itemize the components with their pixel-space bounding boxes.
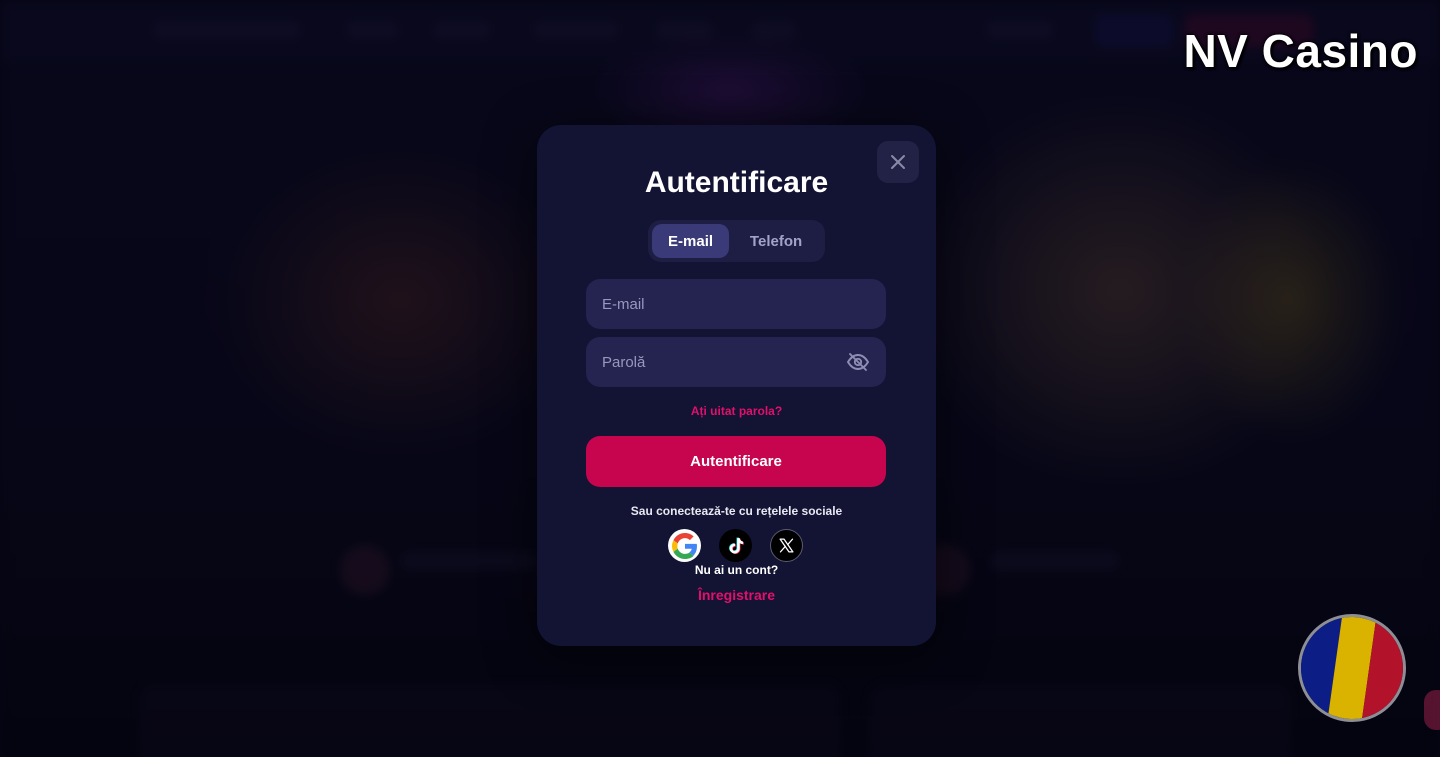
google-icon — [671, 532, 697, 559]
tiktok-icon — [728, 537, 744, 554]
login-modal: Autentificare E-mail Telefon Ați uitat p… — [537, 125, 936, 646]
google-login-button[interactable] — [668, 529, 701, 562]
tiktok-login-button[interactable] — [719, 529, 752, 562]
password-input[interactable] — [602, 353, 846, 371]
login-method-tabs: E-mail Telefon — [648, 220, 825, 262]
password-field[interactable] — [586, 337, 886, 387]
x-login-button[interactable] — [770, 529, 803, 562]
eye-off-icon — [846, 353, 870, 371]
toggle-password-visibility-button[interactable] — [846, 350, 870, 374]
no-account-text: Nu ai un cont? — [694, 563, 779, 577]
register-link[interactable]: Înregistrare — [537, 587, 936, 603]
modal-title: Autentificare — [644, 166, 829, 199]
email-field[interactable] — [586, 279, 886, 329]
brand-watermark: NV Casino — [1183, 25, 1418, 77]
social-login-label: Sau conectează-te cu rețelele sociale — [630, 504, 843, 518]
tab-email[interactable]: E-mail — [652, 224, 730, 258]
login-submit-button[interactable]: Autentificare — [586, 436, 886, 487]
social-login-buttons — [668, 529, 803, 562]
forgot-password-link[interactable]: Ați uitat parola? — [537, 404, 936, 418]
side-widget[interactable] — [1424, 690, 1440, 730]
tab-phone[interactable]: Telefon — [731, 224, 821, 258]
x-icon — [779, 538, 794, 553]
email-input[interactable] — [602, 295, 870, 313]
